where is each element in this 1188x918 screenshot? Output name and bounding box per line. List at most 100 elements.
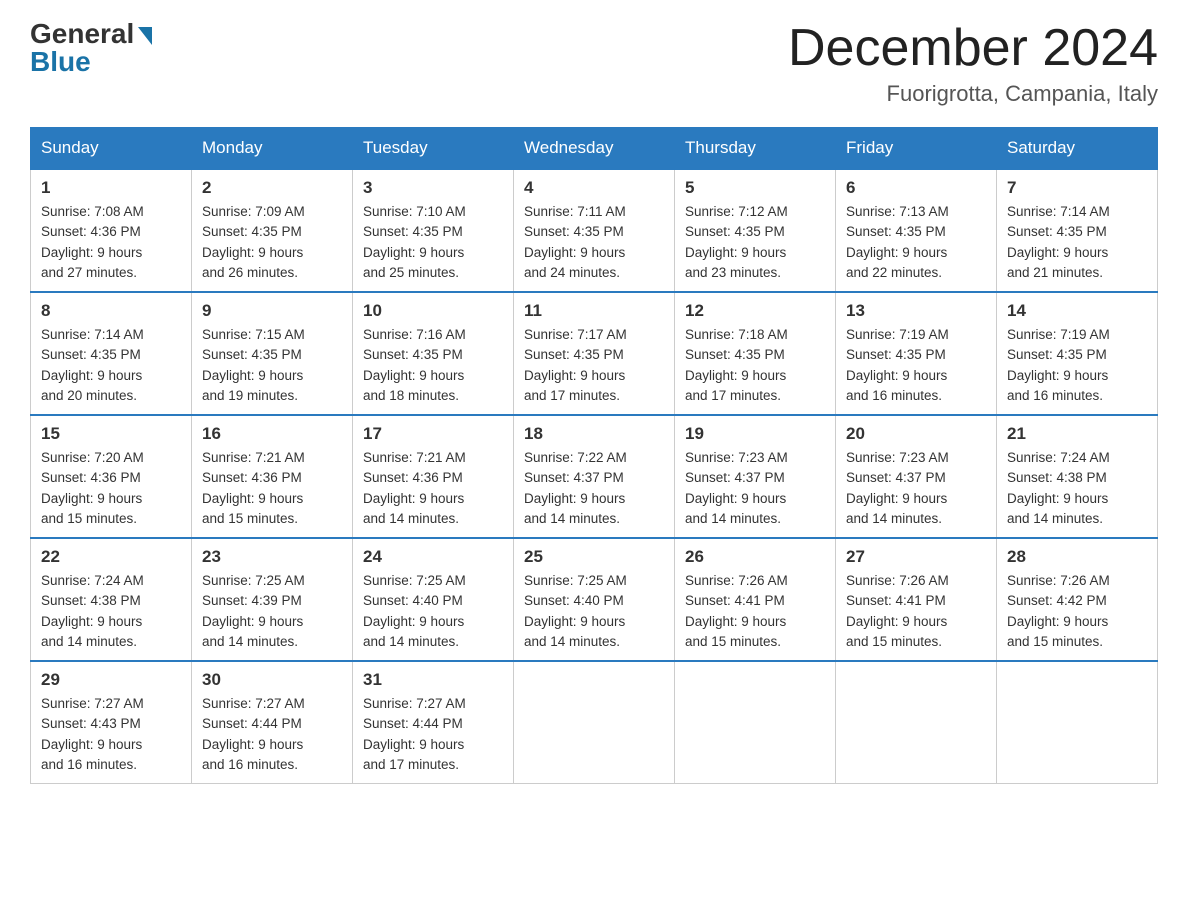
weekday-header-monday: Monday [192,128,353,170]
calendar-cell: 12 Sunrise: 7:18 AM Sunset: 4:35 PM Dayl… [675,292,836,415]
day-number: 28 [1007,547,1147,567]
calendar-cell: 11 Sunrise: 7:17 AM Sunset: 4:35 PM Dayl… [514,292,675,415]
day-info: Sunrise: 7:21 AM Sunset: 4:36 PM Dayligh… [363,448,503,529]
day-number: 18 [524,424,664,444]
calendar-cell: 2 Sunrise: 7:09 AM Sunset: 4:35 PM Dayli… [192,169,353,292]
day-info: Sunrise: 7:15 AM Sunset: 4:35 PM Dayligh… [202,325,342,406]
day-number: 25 [524,547,664,567]
day-info: Sunrise: 7:10 AM Sunset: 4:35 PM Dayligh… [363,202,503,283]
calendar-cell: 29 Sunrise: 7:27 AM Sunset: 4:43 PM Dayl… [31,661,192,784]
day-info: Sunrise: 7:20 AM Sunset: 4:36 PM Dayligh… [41,448,181,529]
week-row-3: 15 Sunrise: 7:20 AM Sunset: 4:36 PM Dayl… [31,415,1158,538]
calendar-cell: 22 Sunrise: 7:24 AM Sunset: 4:38 PM Dayl… [31,538,192,661]
day-number: 8 [41,301,181,321]
day-info: Sunrise: 7:17 AM Sunset: 4:35 PM Dayligh… [524,325,664,406]
day-number: 30 [202,670,342,690]
calendar-cell [675,661,836,784]
day-number: 13 [846,301,986,321]
calendar-cell: 17 Sunrise: 7:21 AM Sunset: 4:36 PM Dayl… [353,415,514,538]
weekday-header-wednesday: Wednesday [514,128,675,170]
calendar-cell: 21 Sunrise: 7:24 AM Sunset: 4:38 PM Dayl… [997,415,1158,538]
calendar-cell: 4 Sunrise: 7:11 AM Sunset: 4:35 PM Dayli… [514,169,675,292]
day-info: Sunrise: 7:12 AM Sunset: 4:35 PM Dayligh… [685,202,825,283]
day-number: 1 [41,178,181,198]
title-block: December 2024 Fuorigrotta, Campania, Ita… [788,20,1158,107]
calendar-cell: 26 Sunrise: 7:26 AM Sunset: 4:41 PM Dayl… [675,538,836,661]
weekday-header-sunday: Sunday [31,128,192,170]
day-info: Sunrise: 7:13 AM Sunset: 4:35 PM Dayligh… [846,202,986,283]
weekday-header-saturday: Saturday [997,128,1158,170]
day-number: 19 [685,424,825,444]
day-info: Sunrise: 7:09 AM Sunset: 4:35 PM Dayligh… [202,202,342,283]
day-info: Sunrise: 7:23 AM Sunset: 4:37 PM Dayligh… [846,448,986,529]
week-row-4: 22 Sunrise: 7:24 AM Sunset: 4:38 PM Dayl… [31,538,1158,661]
location-text: Fuorigrotta, Campania, Italy [788,81,1158,107]
calendar-cell: 24 Sunrise: 7:25 AM Sunset: 4:40 PM Dayl… [353,538,514,661]
calendar-cell: 23 Sunrise: 7:25 AM Sunset: 4:39 PM Dayl… [192,538,353,661]
day-number: 12 [685,301,825,321]
logo-arrow-icon [138,27,152,45]
day-info: Sunrise: 7:16 AM Sunset: 4:35 PM Dayligh… [363,325,503,406]
calendar-cell: 14 Sunrise: 7:19 AM Sunset: 4:35 PM Dayl… [997,292,1158,415]
calendar-cell: 15 Sunrise: 7:20 AM Sunset: 4:36 PM Dayl… [31,415,192,538]
day-info: Sunrise: 7:26 AM Sunset: 4:42 PM Dayligh… [1007,571,1147,652]
calendar-cell: 20 Sunrise: 7:23 AM Sunset: 4:37 PM Dayl… [836,415,997,538]
day-number: 3 [363,178,503,198]
day-info: Sunrise: 7:25 AM Sunset: 4:40 PM Dayligh… [363,571,503,652]
day-number: 15 [41,424,181,444]
day-number: 9 [202,301,342,321]
day-info: Sunrise: 7:25 AM Sunset: 4:39 PM Dayligh… [202,571,342,652]
day-number: 5 [685,178,825,198]
day-info: Sunrise: 7:14 AM Sunset: 4:35 PM Dayligh… [41,325,181,406]
day-number: 7 [1007,178,1147,198]
day-info: Sunrise: 7:24 AM Sunset: 4:38 PM Dayligh… [41,571,181,652]
calendar-cell: 25 Sunrise: 7:25 AM Sunset: 4:40 PM Dayl… [514,538,675,661]
calendar-cell: 5 Sunrise: 7:12 AM Sunset: 4:35 PM Dayli… [675,169,836,292]
logo-general-text: General [30,20,134,48]
day-info: Sunrise: 7:19 AM Sunset: 4:35 PM Dayligh… [846,325,986,406]
day-info: Sunrise: 7:08 AM Sunset: 4:36 PM Dayligh… [41,202,181,283]
day-number: 11 [524,301,664,321]
calendar-cell: 1 Sunrise: 7:08 AM Sunset: 4:36 PM Dayli… [31,169,192,292]
calendar-cell: 19 Sunrise: 7:23 AM Sunset: 4:37 PM Dayl… [675,415,836,538]
week-row-2: 8 Sunrise: 7:14 AM Sunset: 4:35 PM Dayli… [31,292,1158,415]
calendar-cell: 9 Sunrise: 7:15 AM Sunset: 4:35 PM Dayli… [192,292,353,415]
day-number: 22 [41,547,181,567]
week-row-1: 1 Sunrise: 7:08 AM Sunset: 4:36 PM Dayli… [31,169,1158,292]
calendar-cell: 3 Sunrise: 7:10 AM Sunset: 4:35 PM Dayli… [353,169,514,292]
page-header: General Blue December 2024 Fuorigrotta, … [30,20,1158,107]
day-number: 31 [363,670,503,690]
day-info: Sunrise: 7:14 AM Sunset: 4:35 PM Dayligh… [1007,202,1147,283]
day-info: Sunrise: 7:27 AM Sunset: 4:44 PM Dayligh… [202,694,342,775]
day-info: Sunrise: 7:23 AM Sunset: 4:37 PM Dayligh… [685,448,825,529]
weekday-header-tuesday: Tuesday [353,128,514,170]
day-info: Sunrise: 7:26 AM Sunset: 4:41 PM Dayligh… [685,571,825,652]
day-info: Sunrise: 7:27 AM Sunset: 4:43 PM Dayligh… [41,694,181,775]
day-number: 20 [846,424,986,444]
day-info: Sunrise: 7:26 AM Sunset: 4:41 PM Dayligh… [846,571,986,652]
calendar-cell [514,661,675,784]
calendar-cell: 30 Sunrise: 7:27 AM Sunset: 4:44 PM Dayl… [192,661,353,784]
calendar-cell: 6 Sunrise: 7:13 AM Sunset: 4:35 PM Dayli… [836,169,997,292]
calendar-cell: 18 Sunrise: 7:22 AM Sunset: 4:37 PM Dayl… [514,415,675,538]
day-number: 27 [846,547,986,567]
calendar-table: SundayMondayTuesdayWednesdayThursdayFrid… [30,127,1158,784]
day-number: 10 [363,301,503,321]
day-info: Sunrise: 7:18 AM Sunset: 4:35 PM Dayligh… [685,325,825,406]
month-title: December 2024 [788,20,1158,77]
day-info: Sunrise: 7:21 AM Sunset: 4:36 PM Dayligh… [202,448,342,529]
day-number: 16 [202,424,342,444]
weekday-header-thursday: Thursday [675,128,836,170]
logo: General Blue [30,20,152,78]
calendar-cell: 31 Sunrise: 7:27 AM Sunset: 4:44 PM Dayl… [353,661,514,784]
day-info: Sunrise: 7:22 AM Sunset: 4:37 PM Dayligh… [524,448,664,529]
calendar-cell: 7 Sunrise: 7:14 AM Sunset: 4:35 PM Dayli… [997,169,1158,292]
day-number: 26 [685,547,825,567]
day-number: 2 [202,178,342,198]
day-number: 6 [846,178,986,198]
day-info: Sunrise: 7:24 AM Sunset: 4:38 PM Dayligh… [1007,448,1147,529]
day-number: 17 [363,424,503,444]
day-number: 29 [41,670,181,690]
day-info: Sunrise: 7:11 AM Sunset: 4:35 PM Dayligh… [524,202,664,283]
logo-blue-text: Blue [30,46,91,78]
